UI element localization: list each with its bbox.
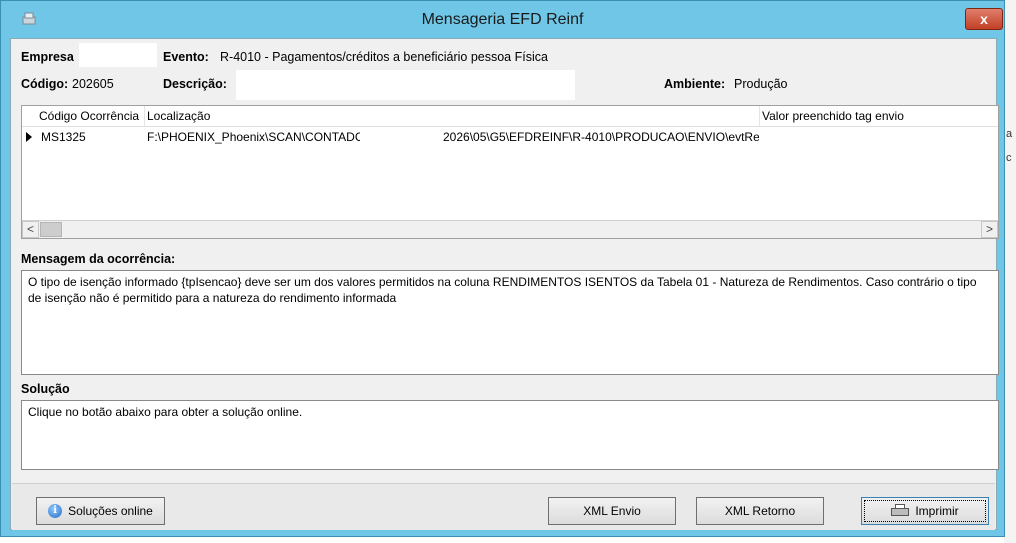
current-row-indicator-icon	[26, 132, 32, 142]
column-separator	[759, 106, 760, 126]
close-button[interactable]: x	[965, 8, 1003, 30]
background-window-edge: a c	[1004, 0, 1016, 543]
cell-localizacao-part1: F:\PHOENIX_Phoenix\SCAN\CONTADC	[147, 130, 360, 144]
cell-codigo: MS1325	[41, 130, 86, 144]
column-header-valor[interactable]: Valor preenchido tag envio	[762, 109, 904, 123]
window-title: Mensageria EFD Reinf	[421, 11, 584, 28]
solucao-textbox[interactable]: Clique no botão abaixo para obter a solu…	[21, 400, 999, 470]
evento-value: R-4010 - Pagamentos/créditos a beneficiá…	[220, 50, 548, 64]
column-separator	[144, 106, 145, 126]
imprimir-button[interactable]: Imprimir	[861, 497, 989, 525]
printer-icon	[891, 504, 910, 518]
evento-label: Evento:	[163, 50, 209, 64]
scroll-right-button[interactable]: >	[981, 221, 998, 238]
mensagem-title: Mensagem da ocorrência:	[21, 252, 176, 266]
solucoes-online-label: Soluções online	[68, 504, 153, 518]
empresa-label: Empresa	[21, 50, 74, 64]
scroll-left-button[interactable]: <	[22, 221, 39, 238]
ambiente-label: Ambiente:	[664, 77, 726, 91]
xml-envio-button[interactable]: XML Envio	[548, 497, 676, 525]
title-bar[interactable]: Mensageria EFD Reinf x	[1, 1, 1004, 37]
occurrences-grid[interactable]: Código Ocorrência Localização Valor pree…	[21, 105, 999, 239]
codigo-value: 202605	[72, 77, 114, 91]
ambiente-value: Produção	[734, 77, 788, 91]
xml-retorno-button[interactable]: XML Retorno	[696, 497, 824, 525]
button-bar: i Soluções online XML Envio XML Retorno …	[12, 483, 995, 530]
table-row[interactable]: MS1325 F:\PHOENIX_Phoenix\SCAN\CONTADC 2…	[22, 127, 998, 147]
column-header-localizacao[interactable]: Localização	[147, 109, 210, 123]
solucoes-online-button[interactable]: i Soluções online	[36, 497, 165, 525]
cell-localizacao-part2: 2026\05\G5\EFDREINF\R-4010\PRODUCAO\ENVI…	[443, 130, 759, 144]
empresa-value-field	[79, 43, 157, 67]
info-icon: i	[48, 504, 63, 518]
xml-envio-label: XML Envio	[583, 504, 641, 518]
grid-header: Código Ocorrência Localização Valor pree…	[22, 106, 998, 127]
mensagem-textbox[interactable]: O tipo de isenção informado {tpIsencao} …	[21, 270, 999, 375]
scroll-thumb[interactable]	[40, 222, 62, 237]
codigo-label: Código:	[21, 77, 69, 91]
horizontal-scrollbar[interactable]: < >	[22, 220, 998, 238]
redacted-area	[361, 127, 446, 147]
xml-retorno-label: XML Retorno	[724, 504, 796, 518]
solucao-title: Solução	[21, 382, 70, 396]
descricao-value-field	[236, 70, 575, 100]
mensageria-window: Mensageria EFD Reinf x Empresa Evento: R…	[0, 0, 1005, 537]
descricao-label: Descrição:	[163, 77, 227, 91]
column-header-codigo[interactable]: Código Ocorrência	[39, 109, 139, 123]
dialog-client-area: Empresa Evento: R-4010 - Pagamentos/créd…	[10, 38, 999, 530]
imprimir-label: Imprimir	[915, 504, 959, 518]
